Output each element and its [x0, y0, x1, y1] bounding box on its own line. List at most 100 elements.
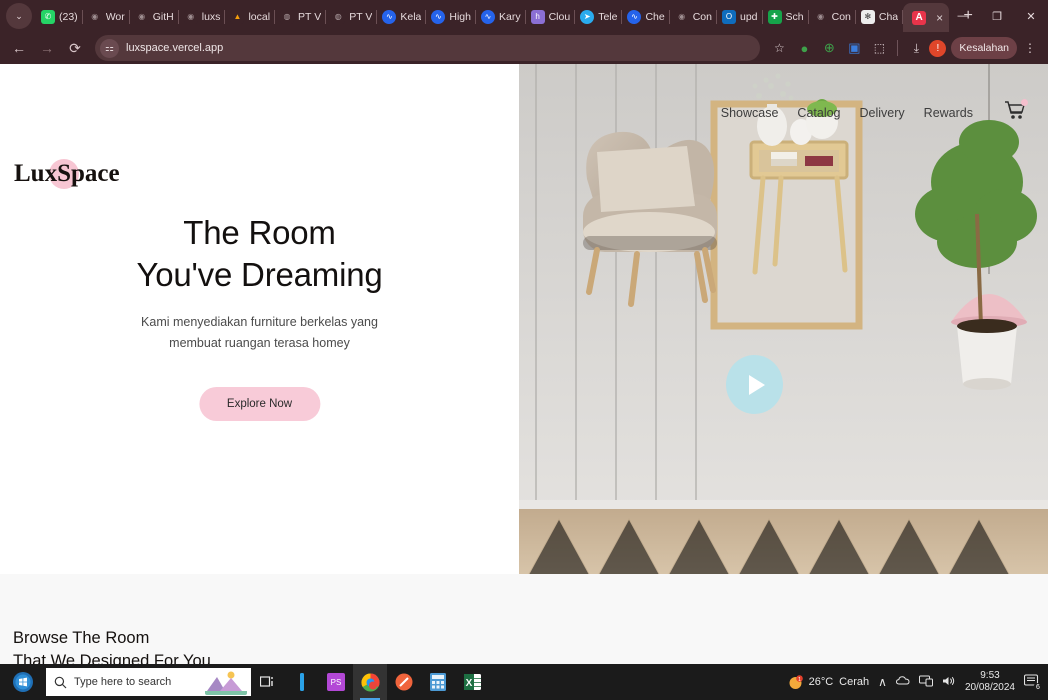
chrome-icon[interactable]	[353, 664, 387, 700]
network-icon[interactable]	[918, 675, 933, 690]
explore-now-button[interactable]: Explore Now	[198, 387, 321, 421]
browser-tab[interactable]: O upd	[717, 3, 763, 31]
minimize-button[interactable]: —	[946, 0, 980, 32]
tab-label: Kela	[400, 11, 422, 23]
site-navigation: Showcase Catalog Delivery Rewards	[721, 99, 1028, 125]
browser-tab[interactable]: ◉ Wor	[83, 3, 130, 31]
search-icon	[54, 676, 67, 688]
chrome-glyph	[360, 673, 380, 691]
browser-tab[interactable]: ▲ local	[225, 3, 275, 31]
browser-tab[interactable]: ◉ Con	[809, 3, 856, 31]
maximize-button[interactable]: ❐	[980, 0, 1014, 32]
room-illustration	[519, 64, 1048, 574]
close-window-button[interactable]: ✕	[1014, 0, 1048, 32]
hero-title-line1: The Room	[183, 214, 336, 251]
nextjs-blue-icon: ∿	[480, 10, 495, 24]
weather-description: Cerah	[839, 676, 870, 688]
browser-tab[interactable]: ∿ Kary	[476, 3, 526, 31]
bookmark-star-icon[interactable]: ☆	[767, 36, 791, 60]
tab-label: High	[449, 11, 471, 23]
browser-tab[interactable]: ∿ Che	[622, 3, 670, 31]
excel-glyph: X	[463, 674, 481, 690]
browser-tab[interactable]: ◉ luxs	[179, 3, 226, 31]
cart-badge	[1021, 99, 1028, 106]
tab-close-icon[interactable]: ×	[936, 12, 943, 24]
clock-time: 9:53	[980, 669, 1000, 681]
tune-icon[interactable]: ⚏	[100, 38, 119, 58]
browser-tab[interactable]: ◍ PT V	[326, 3, 378, 31]
postman-icon[interactable]	[387, 664, 421, 700]
notification-count-badge: 6	[1033, 682, 1043, 693]
taskbar-clock[interactable]: 9:53 20/08/2024	[965, 670, 1015, 695]
nextjs-blue-icon: ∿	[627, 10, 642, 24]
phpstorm-icon[interactable]: PS	[319, 664, 353, 700]
nav-item-rewards[interactable]: Rewards	[924, 106, 973, 120]
postman-glyph	[395, 673, 413, 691]
browser-tab[interactable]: ➤ Tele	[575, 3, 623, 31]
address-bar[interactable]: ⚏ luxspace.vercel.app	[95, 35, 761, 61]
nav-item-catalog[interactable]: Catalog	[797, 106, 840, 120]
nav-item-delivery[interactable]: Delivery	[860, 106, 905, 120]
hero-section: LuxSpace Showcase Catalog Delivery Rewar…	[0, 64, 1048, 574]
github-icon: ◉	[813, 10, 828, 24]
play-button[interactable]	[726, 355, 783, 414]
whatsapp-icon: ✆	[41, 10, 55, 24]
extensions-puzzle-icon[interactable]: ⬚	[867, 36, 891, 60]
active-browser-tab[interactable]: A ×	[903, 3, 950, 32]
browser-tab[interactable]: ◉ GitH	[130, 3, 179, 31]
weather-widget[interactable]: 1 26°C Cerah	[788, 674, 870, 690]
tab-label: Sch	[785, 11, 804, 23]
taskbar-search-box[interactable]: Type here to search	[46, 668, 251, 696]
browser-tab[interactable]: h Clou	[526, 3, 576, 31]
extension-green-icon[interactable]: ●	[792, 36, 816, 60]
reload-icon[interactable]: ⟳	[62, 35, 88, 61]
notification-center-button[interactable]: 6	[1023, 673, 1043, 693]
onedrive-glyph	[895, 675, 910, 684]
vscode-icon[interactable]	[285, 664, 319, 700]
h-purple-icon: h	[530, 10, 545, 24]
show-hidden-icons-chevron-up-icon[interactable]: ∧	[878, 675, 887, 689]
logo-part2: pace	[71, 160, 120, 187]
logo-highlight-letter: S	[57, 160, 71, 187]
onedrive-icon[interactable]	[895, 675, 910, 690]
outlook-icon: O	[721, 10, 736, 24]
cart-button[interactable]	[1004, 99, 1028, 125]
volume-icon[interactable]	[942, 675, 956, 690]
search-placeholder: Type here to search	[74, 676, 172, 688]
svg-text:X: X	[465, 678, 472, 689]
nextjs-blue-icon: ∿	[382, 10, 397, 24]
excel-icon[interactable]: X	[455, 664, 489, 700]
windows-start-icon[interactable]	[0, 664, 46, 700]
profile-error-badge-icon[interactable]: !	[929, 39, 947, 57]
browser-tab[interactable]: ✚ Sch	[763, 3, 809, 31]
forward-icon[interactable]: →	[34, 35, 60, 61]
task-view-icon[interactable]	[251, 664, 285, 700]
browser-tab[interactable]: ◉ Con	[670, 3, 717, 31]
browser-tab[interactable]: ∿ High	[426, 3, 476, 31]
hero-title-line2: You've Dreaming	[136, 256, 383, 294]
tab-label: PT V	[298, 11, 322, 23]
browser-tab[interactable]: ✆ (23)	[36, 3, 83, 31]
download-icon[interactable]: ⤓	[904, 36, 928, 60]
site-logo[interactable]: LuxSpace	[14, 160, 120, 188]
sheets-icon: ✚	[767, 10, 782, 24]
extension-add-icon[interactable]: ⊕	[817, 36, 841, 60]
page-viewport: LuxSpace Showcase Catalog Delivery Rewar…	[0, 64, 1048, 664]
url-text: luxspace.vercel.app	[126, 42, 224, 54]
hero-subtitle-line1: Kami menyediakan furniture berkelas yang	[141, 315, 378, 329]
windows-taskbar: Type here to search PS X 1 26°C Cerah ∧ …	[0, 664, 1048, 700]
extension-blue-icon[interactable]: ▣	[842, 36, 866, 60]
tab-search-chevron-down-icon[interactable]: ⌄	[6, 3, 32, 29]
tab-label: luxs	[201, 11, 221, 23]
browser-tab[interactable]: ∿ Kela	[377, 3, 427, 31]
profile-button[interactable]: Kesalahan	[951, 37, 1017, 59]
mountain-thumbnail-icon	[205, 669, 247, 695]
browser-tab[interactable]: ◍ PT V	[275, 3, 327, 31]
browser-tab[interactable]: ✻ Cha	[856, 3, 904, 31]
tab-label: Wor	[105, 11, 125, 23]
nav-item-showcase[interactable]: Showcase	[721, 106, 779, 120]
back-icon[interactable]: ←	[6, 35, 32, 61]
browser-menu-icon[interactable]: ⋮	[1018, 36, 1042, 60]
network-glyph	[918, 675, 933, 686]
calculator-icon[interactable]	[421, 664, 455, 700]
